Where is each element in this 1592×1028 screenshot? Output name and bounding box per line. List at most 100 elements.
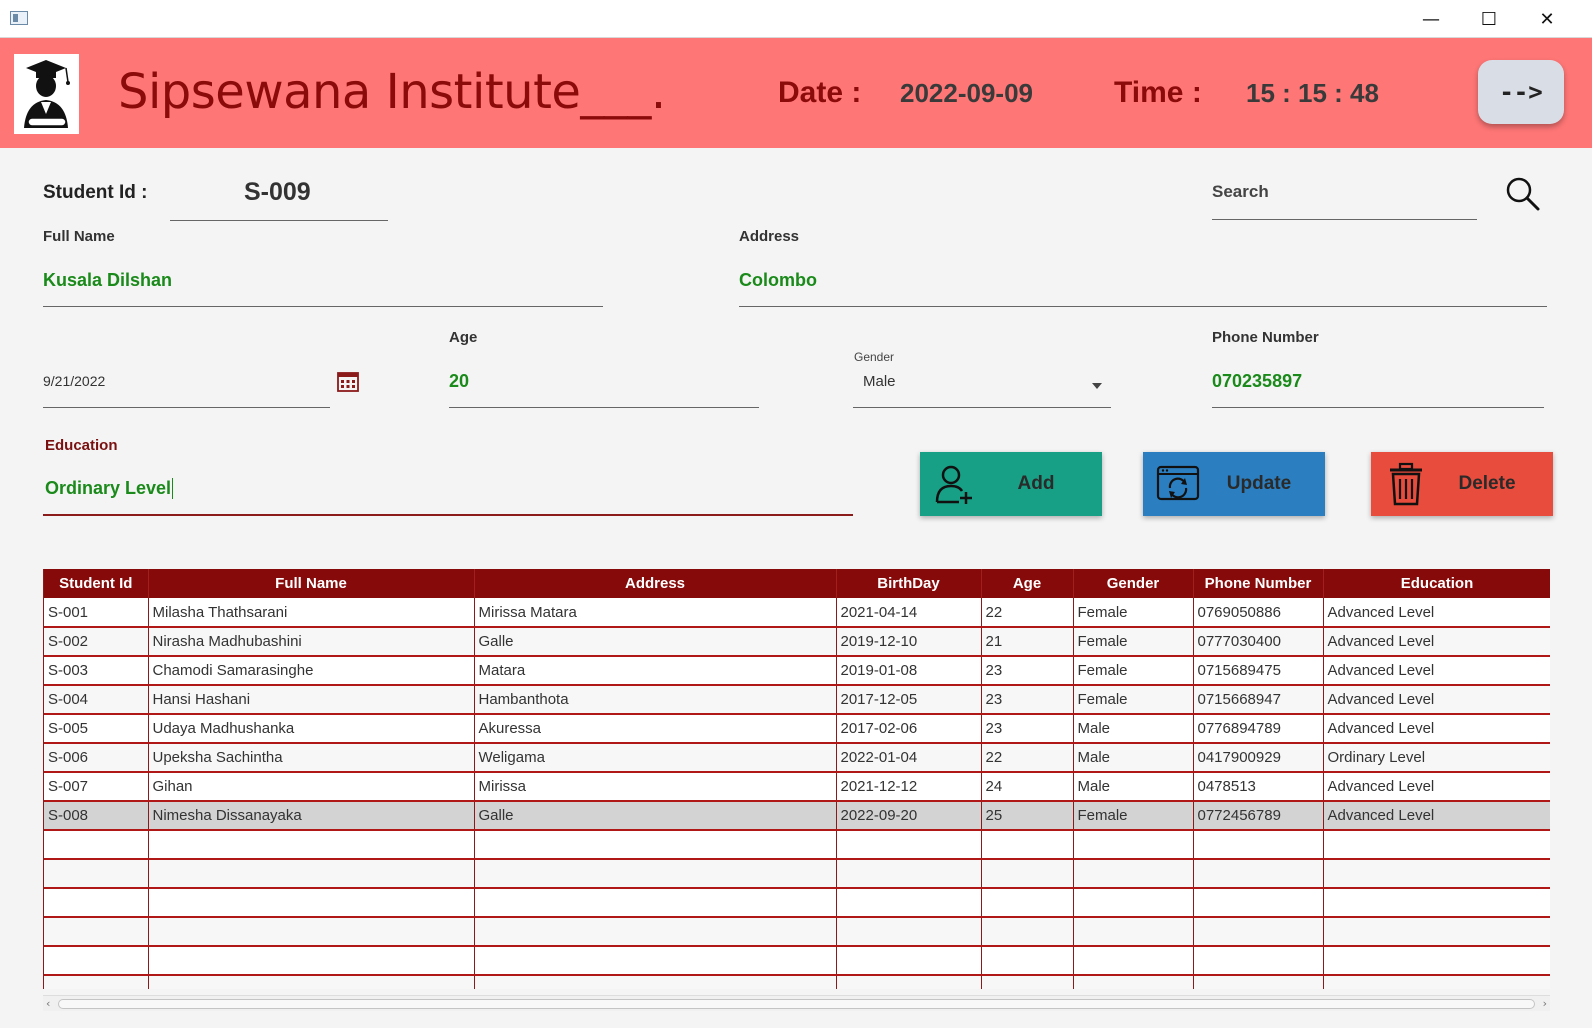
update-button-label: Update (1226, 473, 1292, 494)
column-header[interactable]: Phone Number (1193, 569, 1324, 598)
column-header[interactable]: Gender (1073, 569, 1194, 598)
column-header[interactable]: Address (474, 569, 837, 598)
gender-label: Gender (854, 350, 895, 364)
scroll-right-icon[interactable]: › (1543, 996, 1547, 1012)
empty-table-cell (836, 888, 982, 918)
phone-field[interactable]: 070235897 (1212, 371, 1302, 392)
empty-table-cell (981, 946, 1074, 976)
table-cell: Male (1073, 714, 1194, 744)
table-cell: 0777030400 (1193, 627, 1324, 657)
table-row[interactable]: S-003 Chamodi Samarasinghe Matara 2019-01-0… (44, 656, 1550, 686)
update-button[interactable]: Update (1143, 452, 1325, 516)
birthday-date-field[interactable]: 9/21/2022 (43, 373, 105, 389)
column-header[interactable]: BirthDay (836, 569, 982, 598)
table-cell: Advanced Level (1323, 772, 1550, 802)
calendar-icon[interactable] (337, 370, 359, 397)
table-row[interactable]: S-002 Nirasha Madhubashini Galle 2019-12-10… (44, 627, 1550, 657)
empty-table-row (44, 946, 1550, 976)
table-cell: Galle (474, 627, 837, 657)
table-cell: 23 (981, 656, 1074, 686)
full-name-underline (43, 306, 603, 307)
empty-table-row (44, 859, 1550, 889)
chevron-down-icon[interactable] (1091, 377, 1103, 395)
table-cell: Matara (474, 656, 837, 686)
table-cell: 21 (981, 627, 1074, 657)
empty-table-cell (474, 917, 837, 947)
empty-table-cell (1193, 917, 1324, 947)
table-cell: S-006 (44, 743, 149, 773)
table-row[interactable]: S-005 Udaya Madhushanka Akuressa 2017-02-06… (44, 714, 1550, 744)
table-cell: Hambanthota (474, 685, 837, 715)
address-field[interactable]: Colombo (739, 270, 817, 291)
minimize-button[interactable]: — (1402, 0, 1460, 38)
app-icon (10, 11, 28, 25)
empty-table-cell (474, 859, 837, 889)
maximize-button[interactable]: ☐ (1460, 0, 1518, 38)
table-row[interactable]: S-006 Upeksha Sachintha Weligama 2022-01-04… (44, 743, 1550, 773)
empty-table-cell (44, 917, 149, 947)
table-cell: Male (1073, 743, 1194, 773)
empty-table-cell (44, 946, 149, 976)
table-cell: 0715668947 (1193, 685, 1324, 715)
table-cell: Female (1073, 656, 1194, 686)
empty-table-row (44, 975, 1550, 989)
empty-table-cell (148, 830, 475, 860)
gender-underline (853, 407, 1111, 408)
empty-table-cell (148, 946, 475, 976)
empty-table-cell (1193, 888, 1324, 918)
table-cell: S-001 (44, 598, 149, 628)
table-cell: 0478513 (1193, 772, 1324, 802)
graduate-logo-icon (14, 54, 79, 134)
gender-select[interactable]: Male (863, 373, 896, 390)
empty-table-cell (474, 888, 837, 918)
student-id-value: S-009 (244, 178, 311, 206)
column-header[interactable]: Full Name (148, 569, 475, 598)
search-input[interactable]: Search (1212, 182, 1269, 202)
close-button[interactable]: ✕ (1518, 0, 1576, 38)
search-icon[interactable] (1505, 176, 1541, 217)
table-row[interactable]: S-008 Nimesha Dissanayaka Galle 2022-09-20 2… (44, 801, 1550, 831)
table-cell: 0715689475 (1193, 656, 1324, 686)
table-cell: 0776894789 (1193, 714, 1324, 744)
scroll-left-icon[interactable]: ‹ (46, 996, 50, 1012)
add-button[interactable]: Add (920, 452, 1102, 516)
next-page-button[interactable]: --> (1478, 60, 1564, 124)
table-row[interactable]: S-004 Hansi Hashani Hambanthota 2017-12-05 2… (44, 685, 1550, 715)
birthday-underline (43, 407, 330, 408)
scrollbar-thumb[interactable] (58, 999, 1535, 1009)
column-header[interactable]: Student Id (44, 569, 149, 598)
education-underline (43, 514, 853, 516)
table-cell: 23 (981, 685, 1074, 715)
table-cell: Gihan (148, 772, 475, 802)
empty-table-cell (474, 946, 837, 976)
full-name-field[interactable]: Kusala Dilshan (43, 270, 172, 291)
education-field[interactable]: Ordinary Level (45, 478, 174, 499)
empty-table-cell (1073, 975, 1194, 989)
table-cell: 2017-12-05 (836, 685, 982, 715)
table-cell: Advanced Level (1323, 656, 1550, 686)
empty-table-cell (1193, 830, 1324, 860)
empty-table-cell (981, 859, 1074, 889)
table-row[interactable]: S-007 Gihan Mirissa 2021-12-12 24 Male 0478513… (44, 772, 1550, 802)
table-header-row: Student Id Full Name Address BirthDay Ag… (44, 569, 1550, 598)
table-cell: S-007 (44, 772, 149, 802)
delete-button[interactable]: Delete (1371, 452, 1553, 516)
table-cell: S-004 (44, 685, 149, 715)
column-header[interactable]: Age (981, 569, 1074, 598)
table-cell: Female (1073, 598, 1194, 628)
age-field[interactable]: 20 (449, 371, 469, 392)
column-header[interactable]: Education (1323, 569, 1550, 598)
empty-table-cell (44, 859, 149, 889)
table-cell: 0417900929 (1193, 743, 1324, 773)
table-cell: 0769050886 (1193, 598, 1324, 628)
table-row[interactable]: S-001 Milasha Thathsarani Mirissa Matara 20… (44, 598, 1550, 628)
empty-table-cell (148, 888, 475, 918)
horizontal-scrollbar[interactable]: ‹ › (43, 995, 1550, 1011)
table-cell: S-003 (44, 656, 149, 686)
empty-table-cell (1323, 830, 1550, 860)
table-cell: Advanced Level (1323, 714, 1550, 744)
table-cell: 2021-12-12 (836, 772, 982, 802)
empty-table-cell (1193, 859, 1324, 889)
students-table[interactable]: Student Id Full Name Address BirthDay Ag… (43, 569, 1550, 989)
date-label: Date : (778, 76, 862, 109)
